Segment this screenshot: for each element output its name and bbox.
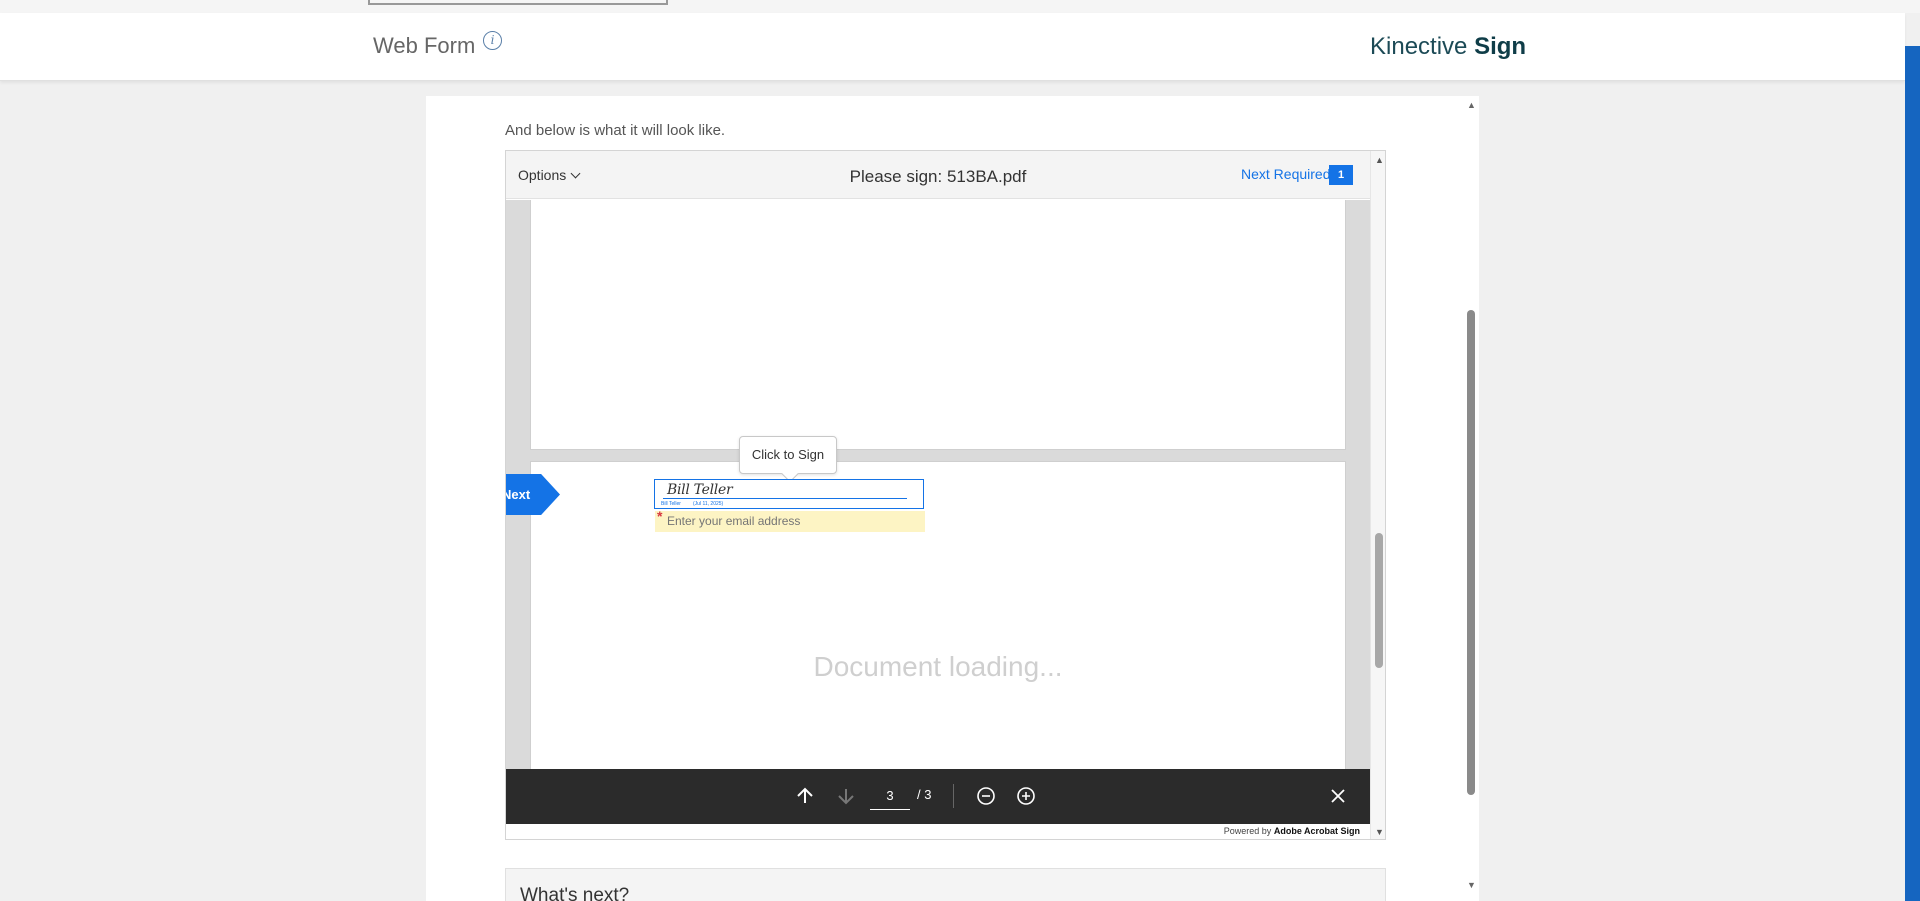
inner-scroll-down-icon[interactable]: ▼	[1375, 827, 1384, 837]
info-icon[interactable]: i	[483, 31, 502, 50]
page-number-input[interactable]	[870, 782, 910, 810]
outer-scroll-thumb[interactable]	[1467, 310, 1475, 795]
signer-toolbar: Options Please sign: 513BA.pdf Next Requ…	[506, 151, 1370, 199]
arrow-down-icon[interactable]	[833, 783, 859, 809]
brand-bold: Sign	[1474, 33, 1527, 60]
zoom-in-icon[interactable]	[1013, 783, 1039, 809]
inner-scroll-up-icon[interactable]: ▲	[1375, 155, 1384, 165]
right-accent-bar	[1905, 46, 1920, 901]
nav-divider	[953, 784, 954, 808]
outer-scroll-up-icon[interactable]: ▲	[1467, 100, 1476, 110]
arrow-up-icon[interactable]	[792, 783, 818, 809]
signing-frame: Options Please sign: 513BA.pdf Next Requ…	[505, 150, 1386, 840]
signature-line	[663, 498, 907, 499]
zoom-out-icon[interactable]	[973, 783, 999, 809]
next-required-count-badge[interactable]: 1	[1329, 165, 1353, 185]
required-asterisk-icon: *	[657, 508, 663, 524]
close-icon[interactable]	[1325, 783, 1351, 809]
brand-prefix: Kinective	[1370, 33, 1468, 60]
top-strip	[0, 0, 1920, 13]
whats-next-title: What's next?	[520, 885, 630, 901]
page-navigation-bar: / 3	[506, 769, 1370, 824]
inner-scrollbar[interactable]	[1370, 151, 1385, 839]
whats-next-section: What's next?	[505, 868, 1386, 901]
powered-by-footer: Powered by Adobe Acrobat Sign	[506, 826, 1360, 836]
inner-scroll-thumb[interactable]	[1375, 533, 1383, 668]
document-page	[530, 461, 1346, 770]
page-header: Web Form i Kinective Sign	[0, 13, 1905, 81]
top-input-remnant[interactable]	[368, 0, 668, 5]
document-loading-text: Document loading...	[813, 651, 1063, 682]
page-title: Web Form	[373, 33, 476, 58]
document-page	[530, 200, 1346, 450]
email-field[interactable]	[655, 511, 925, 532]
powered-by-prefix: Powered by	[1223, 826, 1272, 836]
signature-script: Bill Teller	[667, 482, 733, 498]
signature-caption-name: Bill Teller	[661, 501, 681, 507]
brand-logo: Kinective Sign	[1370, 33, 1526, 61]
signature-caption-date: (Jul 11, 2025)	[693, 501, 724, 507]
outer-scroll-down-icon[interactable]: ▼	[1467, 880, 1476, 890]
document-viewport[interactable]: Next Click to Sign Bill Teller Bill Tell…	[506, 200, 1370, 770]
intro-text: And below is what it will look like.	[505, 122, 726, 139]
next-required-link[interactable]: Next Required	[1241, 166, 1331, 182]
signature-field[interactable]: Bill Teller Bill Teller (Jul 11, 2025)	[654, 479, 924, 509]
next-label: Next	[506, 487, 531, 502]
click-to-sign-tooltip: Click to Sign	[739, 436, 837, 474]
powered-by-brand: Adobe Acrobat Sign	[1273, 826, 1360, 836]
page-total-label: / 3	[917, 787, 932, 802]
